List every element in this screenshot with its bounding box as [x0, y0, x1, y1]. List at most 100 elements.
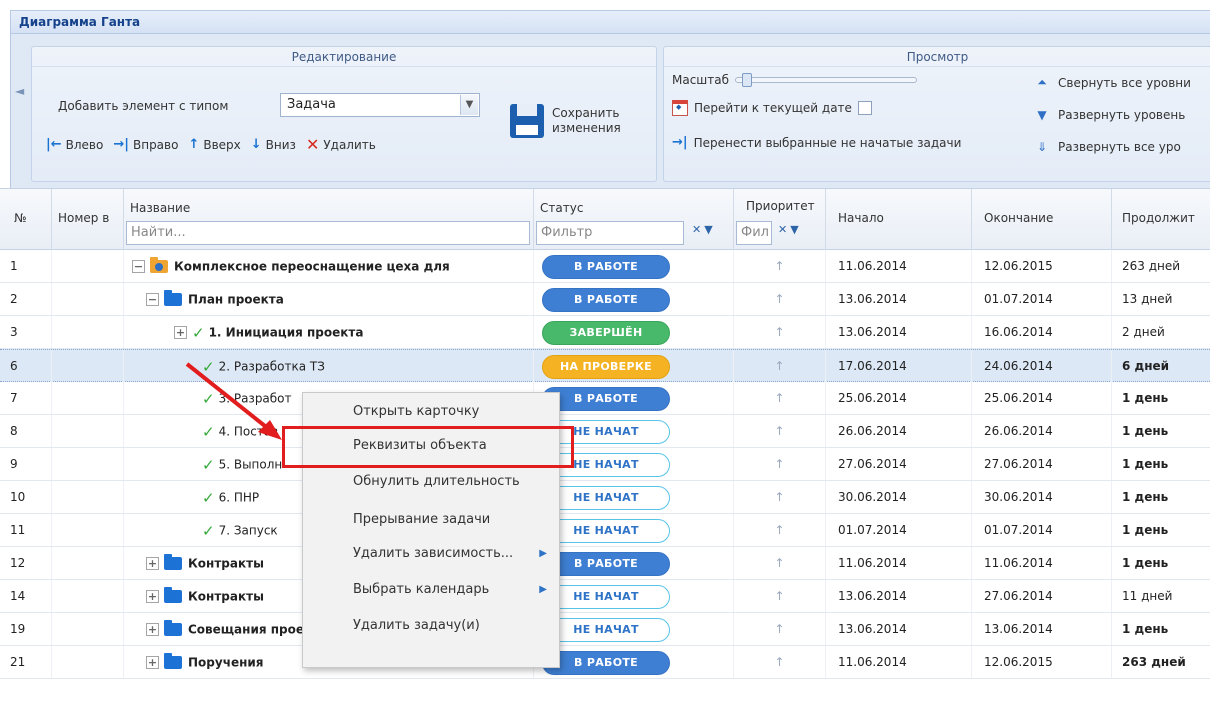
goto-today-checkbox[interactable] — [857, 101, 872, 115]
clear-filter-icon[interactable]: ✕ — [692, 223, 701, 236]
menu-item-open-card[interactable]: Открыть карточку — [303, 399, 559, 425]
header-nomer[interactable]: Номер в — [52, 189, 124, 251]
table-row[interactable]: 3 + ✓ 1. Инициация проекта ЗАВЕРШЁН ↑ 13.0… — [0, 316, 1210, 349]
collapse-toggle-icon[interactable]: − — [146, 293, 159, 306]
expand-all-label: Развернуть все уро — [1058, 140, 1181, 154]
expand-toggle-icon[interactable]: + — [146, 656, 159, 669]
table-row[interactable]: 2 − План проекта В РАБОТЕ ↑ 13.06.2014 01… — [0, 283, 1210, 316]
priority-arrow-icon: ↑ — [734, 580, 826, 612]
collapse-all-label: Свернуть все уровни — [1058, 75, 1191, 90]
element-type-select[interactable]: Задача ▼ — [280, 93, 480, 117]
table-row[interactable]: 19 + Совещания проекта НЕ НАЧАТ ↑ 13.06.2… — [0, 613, 1210, 646]
header-priority[interactable]: Приоритет Фил ✕ ▼ — [734, 189, 826, 251]
collapse-toggle-icon[interactable]: − — [132, 260, 145, 273]
zoom-slider[interactable] — [735, 73, 918, 87]
menu-item-reset-duration[interactable]: Обнулить длительность — [303, 469, 559, 495]
row-start: 11.06.2014 — [826, 646, 972, 678]
row-name-cell: − Комплексное переоснащение цеха для — [124, 250, 534, 282]
header-num[interactable]: № — [0, 189, 52, 251]
table-row[interactable]: 21 + Поручения В РАБОТЕ ↑ 11.06.2014 12.0… — [0, 646, 1210, 679]
shift-tasks-label: Перенести выбранные не начатые задачи — [693, 135, 962, 150]
row-status-cell: В РАБОТЕ — [534, 547, 734, 579]
expand-toggle-icon[interactable]: + — [174, 326, 187, 339]
header-status[interactable]: Статус Фильтр ✕ ▼ — [534, 189, 734, 251]
table-row[interactable]: 9 ✓ 5. Выполн НЕ НАЧАТ ↑ 27.06.2014 27.06… — [0, 448, 1210, 481]
menu-item-interrupt-task[interactable]: Прерывание задачи — [303, 507, 559, 533]
goto-today-control[interactable]: Перейти к текущей дате — [672, 100, 872, 116]
menu-item-choose-calendar[interactable]: Выбрать календарь ▶ — [303, 577, 559, 603]
clear-filter-icon[interactable]: ✕ — [778, 223, 787, 236]
chevron-down-icon[interactable]: ▼ — [460, 95, 478, 115]
menu-item-object-details[interactable]: Реквизиты объекта — [303, 433, 559, 459]
table-row[interactable]: 1 − Комплексное переоснащение цеха для В … — [0, 250, 1210, 283]
header-end[interactable]: Окончание — [972, 189, 1112, 251]
priority-arrow-icon: ↑ — [734, 283, 826, 315]
row-num: 9 — [0, 448, 52, 480]
row-nomer — [52, 646, 124, 678]
status-badge: В РАБОТЕ — [542, 255, 670, 279]
move-up-button[interactable]: ↑ Вверх — [188, 137, 240, 152]
checkmark-icon: ✓ — [202, 357, 215, 376]
expand-toggle-icon[interactable]: + — [146, 590, 159, 603]
save-label-line1: Сохранить — [552, 106, 620, 120]
table-row[interactable]: 11 ✓ 7. Запуск НЕ НАЧАТ ↑ 01.07.2014 01.0… — [0, 514, 1210, 547]
collapse-all-button[interactable]: ⏶ Свернуть все уровни — [1034, 75, 1191, 90]
shift-tasks-button[interactable]: →| Перенести выбранные не начатые задачи — [672, 135, 961, 150]
status-badge: НЕ НАЧАТ — [542, 618, 670, 642]
row-num: 1 — [0, 250, 52, 282]
row-end: 24.06.2014 — [972, 350, 1112, 382]
status-badge: НЕ НАЧАТ — [542, 585, 670, 609]
expand-toggle-icon[interactable]: + — [146, 557, 159, 570]
move-right-button[interactable]: →| Вправо — [113, 137, 178, 152]
priority-filter-input[interactable]: Фил — [736, 221, 772, 245]
row-name: 4. Постав — [218, 424, 279, 439]
move-left-label: Влево — [65, 137, 104, 152]
priority-arrow-icon: ↑ — [734, 613, 826, 645]
chevron-down-icon[interactable]: ▼ — [790, 223, 798, 236]
menu-item-remove-dependency[interactable]: Удалить зависимость... ▶ — [303, 541, 559, 567]
row-name: 5. Выполн — [218, 457, 283, 472]
row-num: 12 — [0, 547, 52, 579]
calendar-icon — [672, 100, 688, 116]
delete-button[interactable]: ✕ Удалить — [306, 135, 376, 154]
submenu-arrow-icon: ▶ — [539, 584, 547, 595]
table-row[interactable]: 8 ✓ 4. Постав НЕ НАЧАТ ↑ 26.06.2014 26.06… — [0, 415, 1210, 448]
header-name[interactable]: Название Найти... — [124, 189, 534, 251]
table-row[interactable]: 7 ✓ 3. Разработ В РАБОТЕ ↑ 25.06.2014 25.… — [0, 382, 1210, 415]
table-row-selected[interactable]: 6 ✓ 2. Разработка ТЗ НА ПРОВЕРКЕ ↑ 17.06.… — [0, 349, 1210, 382]
row-status-cell: НЕ НАЧАТ — [534, 580, 734, 612]
status-filter-input[interactable]: Фильтр — [536, 221, 684, 245]
row-nomer — [52, 514, 124, 546]
header-num-label: № — [14, 211, 27, 225]
row-num: 8 — [0, 415, 52, 447]
row-status-cell: В РАБОТЕ — [534, 382, 734, 414]
expand-toggle-icon[interactable]: + — [146, 623, 159, 636]
row-start: 13.06.2014 — [826, 580, 972, 612]
table-row[interactable]: 10 ✓ 6. ПНР НЕ НАЧАТ ↑ 30.06.2014 30.06.2… — [0, 481, 1210, 514]
move-down-button[interactable]: ↓ Вниз — [251, 137, 296, 152]
row-nomer — [52, 613, 124, 645]
row-nomer — [52, 415, 124, 447]
expand-level-button[interactable]: ▼ Развернуть уровень — [1034, 108, 1191, 122]
move-left-button[interactable]: |← Влево — [46, 137, 103, 152]
row-name: 6. ПНР — [218, 490, 260, 505]
save-changes-button[interactable]: Сохранить изменения — [510, 91, 650, 151]
row-status-cell: НЕ НАЧАТ — [534, 415, 734, 447]
row-num: 14 — [0, 580, 52, 612]
zoom-slider-thumb[interactable] — [742, 73, 753, 87]
header-start[interactable]: Начало — [826, 189, 972, 251]
table-row[interactable]: 12 + Контракты В РАБОТЕ ↑ 11.06.2014 11.0… — [0, 547, 1210, 580]
chevron-down-icon[interactable]: ▼ — [704, 223, 712, 236]
row-end: 25.06.2014 — [972, 382, 1112, 414]
header-duration[interactable]: Продолжит — [1112, 189, 1210, 251]
priority-arrow-icon: ↑ — [734, 481, 826, 513]
arrow-up-icon: ↑ — [188, 137, 200, 152]
status-badge: НЕ НАЧАТ — [542, 420, 670, 444]
priority-arrow-icon: ↑ — [734, 415, 826, 447]
menu-item-delete-tasks[interactable]: Удалить задачу(и) — [303, 613, 559, 639]
name-search-input[interactable]: Найти... — [126, 221, 530, 245]
ribbon-collapse-arrow-icon[interactable]: ◄ — [15, 84, 24, 98]
expand-all-button[interactable]: ⇓ Развернуть все уро — [1034, 140, 1191, 154]
checkmark-icon: ✓ — [202, 521, 215, 540]
table-row[interactable]: 14 + Контракты НЕ НАЧАТ ↑ 13.06.2014 27.0… — [0, 580, 1210, 613]
